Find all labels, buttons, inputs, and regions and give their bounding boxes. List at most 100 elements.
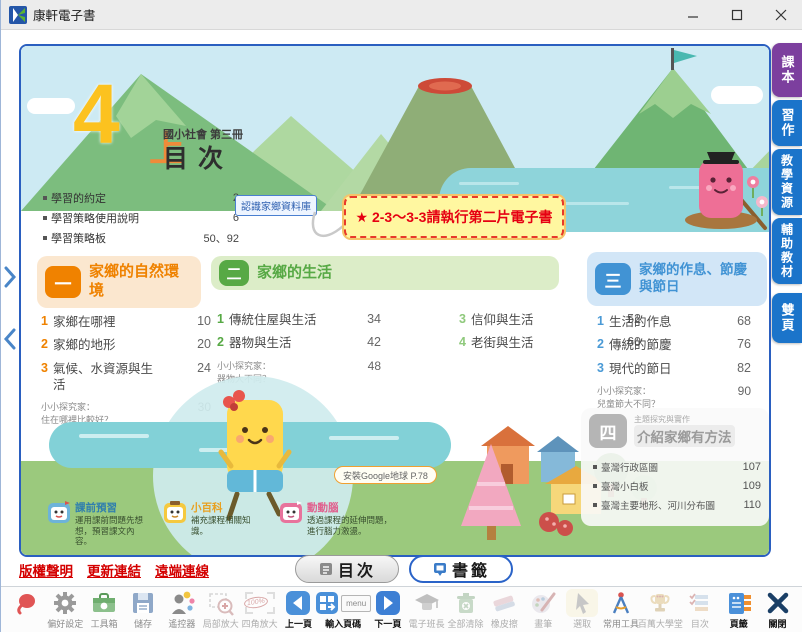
connector-line: [309, 210, 349, 246]
page-input-icon: menu: [315, 589, 371, 617]
toolbar-item-close[interactable]: 關閉: [758, 589, 797, 630]
notebook-icon: [726, 589, 752, 617]
toolbar-item-save[interactable]: 儲存: [124, 589, 163, 630]
compass-icon: [608, 589, 634, 617]
toc-tab-icon: [318, 561, 334, 577]
toolbar-item-common-tools[interactable]: 常用工具: [602, 589, 641, 630]
lesson-row[interactable]: 1 傳統住屋與生活 34: [217, 312, 381, 328]
list-item[interactable]: 學習的約定 2: [43, 190, 239, 206]
legend-item: 小百科 補充課程相關知識。: [163, 500, 265, 547]
toolbar-item-page-input[interactable]: menu 輸入頁碼: [318, 589, 369, 630]
toolbar-item-prev-page[interactable]: 上一頁: [279, 589, 318, 630]
toolbar-item-brush[interactable]: 畫筆: [524, 589, 563, 630]
toolbar-item-laser[interactable]: [7, 589, 46, 617]
unit2-header[interactable]: 二 家鄉的生活: [211, 256, 559, 290]
toolbar-item-e-class-leader[interactable]: 電子班長: [407, 589, 446, 630]
app-window: 康軒電子書 課本 習作 教學資源 輔助教材 雙頁: [0, 0, 802, 632]
list-item[interactable]: 臺灣主要地形、河川分布圖 110: [593, 498, 761, 512]
book-page: 4 上 國小社會 第三冊 目次 學習的約定 2 學習策略使用說明 6 學習策略板…: [21, 46, 769, 555]
graduation-cap-icon: [414, 589, 440, 617]
list-item[interactable]: 學習策略板 50、92: [43, 230, 239, 246]
toolbar-item-million-quiz[interactable]: 百萬大學堂: [640, 589, 680, 630]
list-item[interactable]: 臺灣小白板 109: [593, 479, 761, 493]
tab-double-page[interactable]: 雙頁: [772, 293, 802, 343]
close-window-button[interactable]: [759, 0, 802, 30]
legend-item: 動動腦 透過課程的延伸問題，進行腦力激盪。: [279, 500, 397, 547]
toolbar-item-select[interactable]: 選取: [563, 589, 602, 630]
minimize-button[interactable]: [671, 0, 715, 30]
tab-toc[interactable]: 目次: [295, 555, 399, 583]
trash-icon: [453, 589, 479, 617]
bookmark-tab-icon: [432, 561, 448, 577]
tab-workbook[interactable]: 習作: [772, 100, 802, 146]
unit1-header[interactable]: 一 家鄉的自然環境: [37, 256, 201, 308]
app-logo-icon: [9, 6, 27, 24]
lesson-row[interactable]: 2 器物與生活 42: [217, 335, 381, 351]
title-bar: 康軒電子書: [1, 0, 802, 30]
brainstorm-mascot-icon: [279, 500, 303, 524]
explorer-row[interactable]: 小小探究家： 兒童節大不同？ 90: [597, 384, 751, 410]
remote-connect-link[interactable]: 遠端連線: [155, 560, 209, 580]
remote-person-icon: [169, 589, 195, 617]
encyclopedia-mascot-icon: [163, 500, 187, 524]
toolbar-item-page-tab[interactable]: 頁籤: [719, 589, 758, 630]
toolbar-item-eraser[interactable]: 橡皮擦: [485, 589, 524, 630]
lesson-row[interactable]: 3 氣候、水資源與生活 24: [41, 361, 211, 394]
tab-textbook[interactable]: 課本: [772, 43, 802, 97]
chevron-left-icon[interactable]: [3, 328, 17, 355]
gear-icon: [52, 589, 78, 617]
page-title: 目次: [163, 139, 233, 175]
eraser-icon: [491, 589, 517, 617]
unit4-badge: 四: [589, 414, 627, 448]
lesson-row[interactable]: 2 傳統的節慶 76: [597, 337, 751, 353]
palette-brush-icon: [530, 589, 556, 617]
lesson-row[interactable]: 3 現代的節日 82: [597, 361, 751, 377]
region-zoom-icon: [208, 589, 234, 617]
chevron-right-icon[interactable]: [3, 266, 17, 293]
unit4-panel: 四 主題探究與實作 介紹家鄉有方法 臺灣行政區圖 107 臺灣小白板 109 臺…: [581, 408, 769, 526]
toolbar-item-remote[interactable]: 遙控器: [162, 589, 201, 630]
tab-teaching-resources[interactable]: 教學資源: [772, 149, 802, 215]
tab-bookmark[interactable]: 書籤: [409, 555, 513, 583]
toolbar-item-toolbox[interactable]: 工具箱: [85, 589, 124, 630]
save-floppy-icon: [130, 589, 156, 617]
toolbar-item-clear-all[interactable]: 全部清除: [446, 589, 485, 630]
tab-supplementary[interactable]: 輔助教材: [772, 218, 802, 284]
toolbar-item-corner-zoom[interactable]: 100% 四角放大: [240, 589, 279, 630]
flowers-illustration: [745, 174, 769, 218]
unit4-subtitle: 主題探究與實作: [634, 414, 735, 425]
toolbar-item-preferences[interactable]: 偏好設定: [46, 589, 85, 630]
checklist-icon: [687, 589, 713, 617]
select-cursor-icon: [566, 589, 598, 617]
unit4-title[interactable]: 介紹家鄉有方法: [634, 425, 735, 447]
corner-zoom-icon: 100%: [243, 589, 277, 617]
toolbox-icon: [91, 589, 117, 617]
next-page-icon: [375, 589, 401, 617]
book-page-frame: 4 上 國小社會 第三冊 目次 學習的約定 2 學習策略使用說明 6 學習策略板…: [19, 44, 771, 557]
legend-item: 課前預習 運用課前問題先想想，預習課文內容。: [47, 500, 149, 547]
menu-box: menu: [341, 595, 371, 612]
list-item[interactable]: 臺灣行政區圖 107: [593, 460, 761, 474]
toolbar-item-toc[interactable]: 目次: [680, 589, 719, 630]
prev-page-icon: [285, 589, 311, 617]
hometown-database-button[interactable]: 認識家鄉資料庫: [235, 195, 317, 216]
disc-notice-banner[interactable]: ★ 2-3～3-3請執行第二片電子書: [344, 196, 564, 238]
footer-links: 版權聲明 更新連結 遠端連線: [19, 560, 223, 580]
toolbar-item-region-zoom[interactable]: 局部放大: [201, 589, 240, 630]
lesson-row[interactable]: 2 家鄉的地形 20: [41, 337, 211, 353]
toolbar-item-next-page[interactable]: 下一頁: [368, 589, 407, 630]
close-icon: [765, 589, 791, 617]
update-link[interactable]: 更新連結: [87, 560, 141, 580]
copyright-link[interactable]: 版權聲明: [19, 560, 73, 580]
maximize-button[interactable]: [715, 0, 759, 30]
lesson-row[interactable]: 1 家鄉在哪裡 10: [41, 314, 211, 330]
lesson-row[interactable]: 1 生活的作息 68: [597, 314, 751, 330]
google-earth-tag[interactable]: 安裝Google地球 P.78: [334, 466, 437, 484]
trophy-icon: [647, 589, 673, 617]
grade-number: 4: [73, 72, 120, 156]
preview-mascot-icon: [47, 500, 71, 524]
legend: 課前預習 運用課前問題先想想，預習課文內容。 小百科 補充課程相關知識。: [47, 500, 411, 547]
list-item[interactable]: 學習策略使用說明 6: [43, 210, 239, 226]
unit3-header[interactable]: 三 家鄉的作息、節慶與節日: [587, 252, 767, 306]
laser-pointer-icon: [13, 589, 39, 617]
